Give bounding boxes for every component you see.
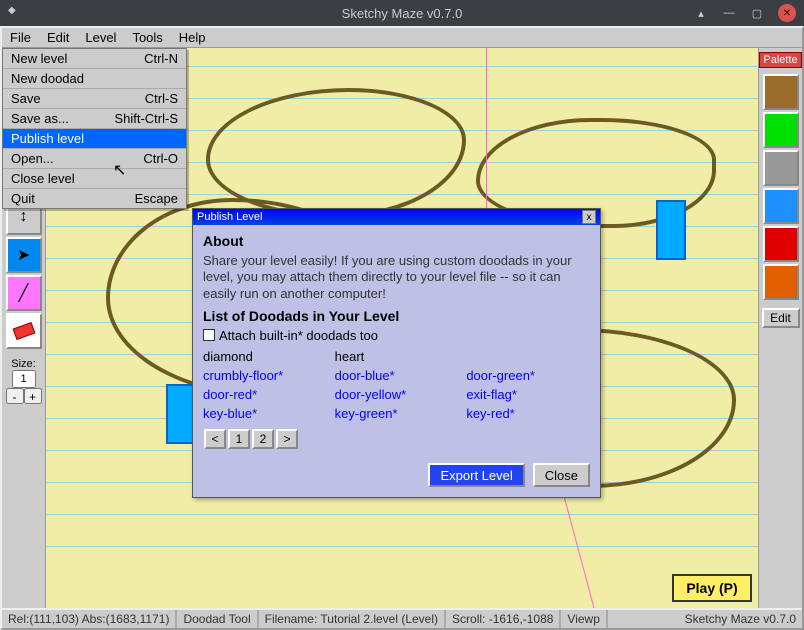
minimize-icon[interactable]: — [722, 6, 736, 20]
size-plus[interactable]: + [24, 388, 42, 404]
status-coords: Rel:(111,103) Abs:(1683,1171) [2, 610, 177, 628]
palette-swatch[interactable] [763, 188, 799, 224]
size-minus[interactable]: - [6, 388, 24, 404]
palette-edit-button[interactable]: Edit [762, 308, 800, 328]
about-heading: About [203, 233, 590, 249]
status-filename: Filename: Tutorial 2.level (Level) [259, 610, 446, 628]
app-frame: File Edit Level Tools Help ↕ ➤ ╱ Size: -… [0, 26, 804, 630]
file-menu-item[interactable]: QuitEscape [3, 189, 186, 208]
palette-swatch[interactable] [763, 264, 799, 300]
always-on-top-icon[interactable]: ▴ [694, 6, 708, 20]
window-title: Sketchy Maze v0.7.0 [342, 6, 463, 21]
palette-label: Palette [759, 52, 801, 68]
palette-panel: Palette Edit [758, 48, 802, 608]
menu-file[interactable]: File [2, 28, 39, 47]
pager-prev[interactable]: < [204, 429, 226, 449]
file-menu-item[interactable]: Save as...Shift-Ctrl-S [3, 109, 186, 129]
line-tool[interactable]: ╱ [6, 275, 42, 311]
dialog-titlebar[interactable]: Publish Level x [193, 209, 600, 225]
palette-swatch[interactable] [763, 226, 799, 262]
app-icon: ◆ [8, 5, 24, 21]
file-menu-item[interactable]: New levelCtrl-N [3, 49, 186, 69]
menu-level[interactable]: Level [77, 28, 124, 47]
pager-page-2[interactable]: 2 [252, 429, 274, 449]
palette-swatch[interactable] [763, 112, 799, 148]
pager: < 1 2 > [203, 429, 299, 449]
file-menu-item[interactable]: Close level [3, 169, 186, 189]
menu-edit[interactable]: Edit [39, 28, 77, 47]
attach-builtin-checkbox[interactable] [203, 329, 215, 341]
close-icon[interactable]: ✕ [778, 4, 796, 22]
pager-next[interactable]: > [276, 429, 298, 449]
doodad-entry: heart [335, 349, 459, 364]
doodad-entry[interactable]: key-blue* [203, 406, 327, 421]
doodad-entry: diamond [203, 349, 327, 364]
close-button[interactable]: Close [533, 463, 590, 487]
publish-level-dialog: Publish Level x About Share your level e… [192, 208, 601, 498]
doodad-entry[interactable]: crumbly-floor* [203, 368, 327, 383]
file-menu-item[interactable]: SaveCtrl-S [3, 89, 186, 109]
export-level-button[interactable]: Export Level [428, 463, 524, 487]
dialog-title: Publish Level [197, 211, 262, 223]
play-button[interactable]: Play (P) [672, 574, 752, 602]
palette-swatch[interactable] [763, 74, 799, 110]
menubar: File Edit Level Tools Help [2, 28, 802, 48]
doodad-entry[interactable]: door-yellow* [335, 387, 459, 402]
attach-builtin-label: Attach built-in* doodads too [219, 328, 378, 343]
file-menu-item[interactable]: Publish level [3, 129, 186, 149]
status-tool: Doodad Tool [177, 610, 258, 628]
about-text: Share your level easily! If you are usin… [203, 253, 590, 302]
titlebar: ◆ Sketchy Maze v0.7.0 ▴ — ▢ ✕ [0, 0, 804, 26]
doodad-entry[interactable]: door-green* [466, 368, 590, 383]
menu-tools[interactable]: Tools [124, 28, 170, 47]
statusbar: Rel:(111,103) Abs:(1683,1171) Doodad Too… [2, 608, 802, 628]
maximize-icon[interactable]: ▢ [750, 6, 764, 20]
palette-swatch[interactable] [763, 150, 799, 186]
file-menu-item[interactable]: New doodad [3, 69, 186, 89]
door-blue-sprite [656, 200, 686, 260]
doodad-entry[interactable]: key-green* [335, 406, 459, 421]
doodad-entry[interactable]: door-blue* [335, 368, 459, 383]
size-input[interactable] [12, 370, 36, 388]
doodad-entry [466, 349, 590, 364]
size-label: Size: [6, 358, 42, 370]
status-viewport: Viewp [561, 610, 607, 628]
doodad-entry[interactable]: door-red* [203, 387, 327, 402]
pointer-tool[interactable]: ➤ [6, 237, 42, 273]
doodad-list: diamond heart crumbly-floor* door-blue* door… [203, 349, 590, 421]
doodad-entry[interactable]: key-red* [466, 406, 590, 421]
list-heading: List of Doodads in Your Level [203, 308, 590, 324]
status-version: Sketchy Maze v0.7.0 [679, 610, 802, 628]
doodad-entry[interactable]: exit-flag* [466, 387, 590, 402]
file-menu-dropdown: New levelCtrl-NNew doodadSaveCtrl-SSave … [2, 48, 187, 209]
eraser-tool[interactable] [6, 313, 42, 349]
pager-page-1[interactable]: 1 [228, 429, 250, 449]
menu-help[interactable]: Help [171, 28, 214, 47]
file-menu-item[interactable]: Open...Ctrl-O [3, 149, 186, 169]
dialog-close-button[interactable]: x [582, 210, 596, 224]
status-scroll: Scroll: -1616,-1088 [446, 610, 561, 628]
